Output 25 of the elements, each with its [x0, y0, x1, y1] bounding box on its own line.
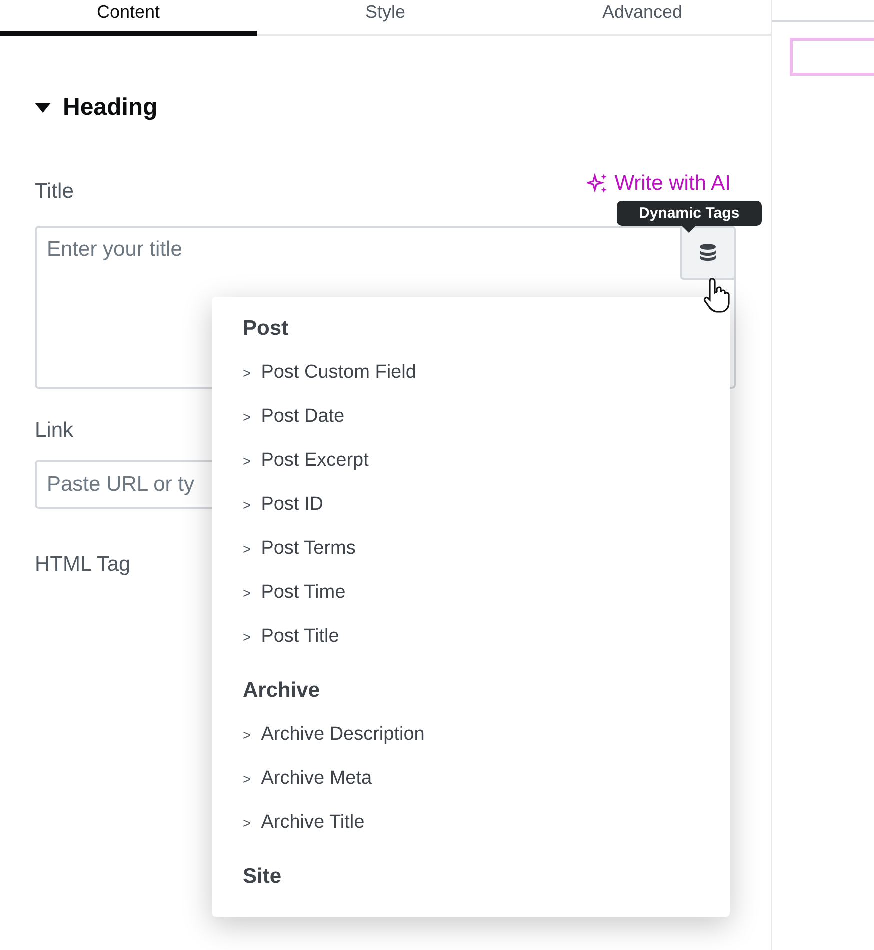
menu-item[interactable]: > Archive Meta — [243, 757, 730, 801]
panel-tab[interactable]: Advanced — [514, 0, 771, 36]
field-label: HTML Tag — [35, 553, 131, 577]
menu-item[interactable]: > Post Time — [243, 571, 730, 615]
section-toggle[interactable]: Heading — [35, 94, 158, 122]
group-heading: Post — [243, 317, 289, 341]
panel-tab[interactable]: Content — [0, 0, 257, 36]
menu-item[interactable]: > Post Terms — [243, 527, 730, 571]
menu-item[interactable]: > Post Custom Field — [243, 351, 730, 395]
tooltip: Dynamic Tags — [617, 201, 762, 233]
menu-item[interactable]: > Post Date — [243, 395, 730, 439]
menu-item[interactable]: > Post Title — [243, 615, 730, 659]
menu-item[interactable]: > Post ID — [243, 483, 730, 527]
database-icon — [698, 243, 718, 263]
group-heading: Archive — [243, 679, 320, 703]
ai-link[interactable]: Write with AI — [586, 172, 731, 196]
menu-item[interactable]: > Archive Description — [243, 713, 730, 757]
group-heading: Site — [243, 865, 282, 889]
sparkle-icon — [586, 173, 609, 195]
menu-item[interactable]: > Archive Title — [243, 801, 730, 845]
menu-item[interactable]: > Post Excerpt — [243, 439, 730, 483]
dynamic-tags-button[interactable] — [680, 228, 734, 280]
field-label: Title — [35, 180, 74, 204]
panel-tab[interactable]: Style — [257, 0, 514, 36]
field-label: Link — [35, 419, 74, 443]
